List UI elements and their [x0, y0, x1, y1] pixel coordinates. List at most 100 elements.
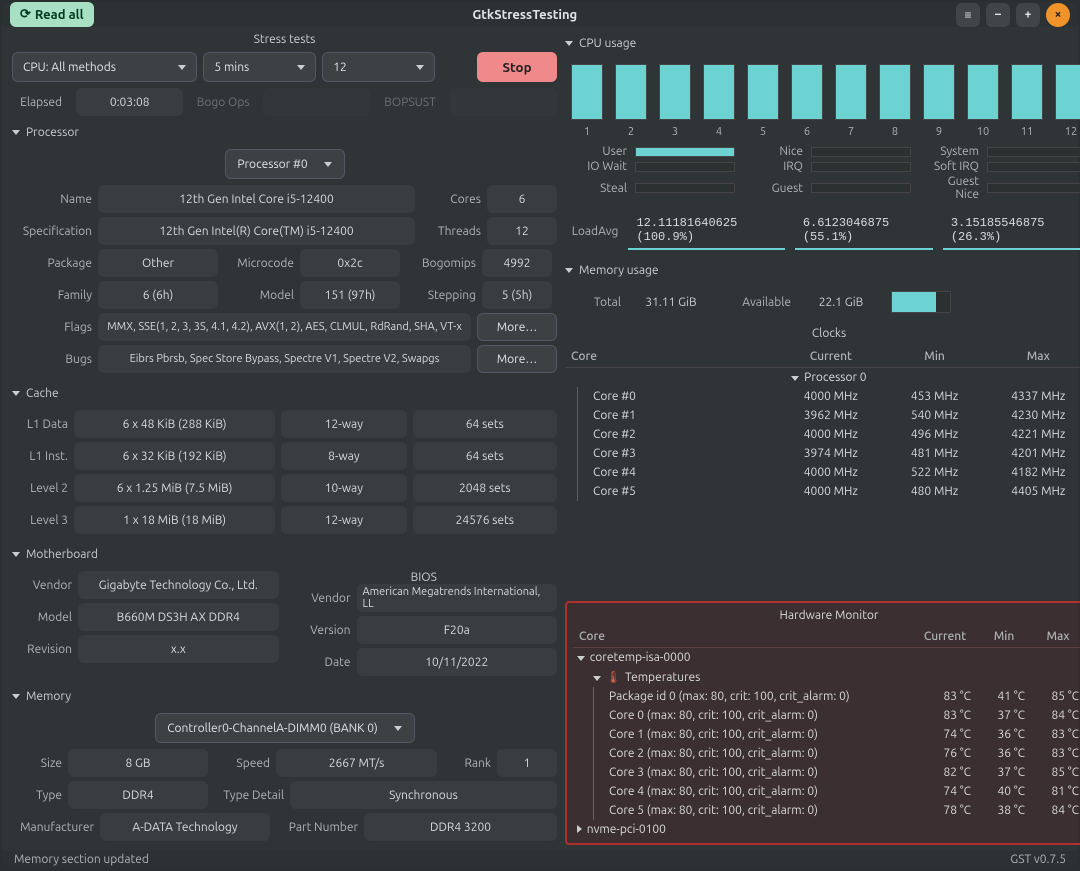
bogo-ops-label: Bogo Ops — [189, 88, 257, 116]
bogo-ops-value — [263, 88, 370, 116]
proc-model: 151 (97h) — [300, 281, 400, 309]
close-button[interactable]: × — [1046, 3, 1070, 27]
nice-bar — [811, 147, 911, 157]
cpu-core-bar — [659, 64, 691, 120]
read-all-button[interactable]: ⟳ Read all — [10, 2, 94, 27]
proc-threads: 12 — [487, 217, 557, 245]
mem-type: DDR4 — [68, 781, 208, 809]
memory-slot-select[interactable]: Controller0-ChannelA-DIMM0 (BANK 0) — [155, 713, 415, 743]
proc-spec: 12th Gen Intel(R) Core(TM) i5-12400 — [98, 217, 415, 245]
hw-temps[interactable]: 🌡Temperatures — [573, 667, 1080, 687]
elapsed-value: 0:03:08 — [76, 88, 183, 116]
cache-header[interactable]: Cache — [12, 383, 557, 404]
cpu-core-bar — [967, 64, 999, 120]
minimize-button[interactable]: – — [986, 3, 1010, 27]
irq-bar — [811, 162, 911, 172]
mem-avail: 22.1 GiB — [801, 296, 881, 309]
refresh-icon: ⟳ — [20, 7, 31, 22]
hw-row: Core 0 (max: 80, crit: 100, crit_alarm: … — [573, 706, 1080, 725]
iowait-bar — [635, 162, 735, 172]
clocks-table: Core CurrentMinMax Processor 0Core #0400… — [565, 346, 1080, 501]
bugs-more-button[interactable]: More… — [477, 345, 557, 373]
softirq-bar — [987, 162, 1080, 172]
bopsust-label: BOPSUST — [376, 88, 444, 116]
cpu-core-bar — [835, 64, 867, 120]
cache-row: Level 2 6 x 1.25 MiB (7.5 MiB) 10-way 20… — [12, 474, 557, 502]
cpu-core-bar — [1011, 64, 1043, 120]
status-version: GST v0.7.5 — [1010, 853, 1066, 866]
memory-header[interactable]: Memory — [12, 686, 557, 707]
stress-threads-select[interactable]: 12 — [322, 52, 435, 82]
read-all-label: Read all — [35, 8, 84, 22]
proc-family: 6 (6h) — [98, 281, 218, 309]
mem-speed: 2667 MT/s — [276, 749, 437, 777]
system-bar — [987, 147, 1080, 157]
hw-row: Core 4 (max: 80, crit: 100, crit_alarm: … — [573, 782, 1080, 801]
chevron-down-icon — [324, 162, 332, 167]
cpu-usage-bars — [565, 60, 1080, 120]
cpu-core-bar — [571, 64, 603, 120]
bios-version: F20a — [357, 616, 558, 644]
guestnice-bar — [987, 183, 1080, 193]
stop-button[interactable]: Stop — [477, 52, 557, 82]
stress-method-select[interactable]: CPU: All methods — [12, 52, 197, 82]
processor-select[interactable]: Processor #0 — [225, 149, 345, 179]
chevron-down-icon — [178, 65, 186, 70]
cache-row: L1 Data 6 x 48 KiB (288 KiB) 12-way 64 s… — [12, 410, 557, 438]
hw-row: Core 2 (max: 80, crit: 100, crit_alarm: … — [573, 744, 1080, 763]
titlebar: ⟳ Read all GtkStressTesting ≡ – + × — [2, 2, 1078, 27]
hw-group[interactable]: coretemp-isa-0000 — [573, 648, 1080, 668]
mem-manufacturer: A-DATA Technology — [100, 813, 270, 841]
mem-usage-header[interactable]: Memory usage — [565, 260, 1080, 281]
hamburger-icon[interactable]: ≡ — [956, 3, 980, 27]
chevron-down-icon — [297, 65, 305, 70]
processor-header[interactable]: Processor — [12, 122, 557, 143]
thermometer-icon: 🌡 — [606, 671, 621, 684]
clock-row: Core #33974 MHz481 MHz4201 MHz — [565, 444, 1080, 463]
user-bar — [635, 147, 735, 157]
proc-bugs: Eibrs Pbrsb, Spec Store Bypass, Spectre … — [98, 345, 471, 373]
mem-size: 8 GB — [68, 749, 208, 777]
flags-more-button[interactable]: More… — [477, 313, 557, 341]
proc-cores: 6 — [487, 185, 557, 213]
hw-row: Core 1 (max: 80, crit: 100, crit_alarm: … — [573, 725, 1080, 744]
mobo-revision: x.x — [78, 635, 279, 663]
window-title: GtkStressTesting — [94, 8, 956, 22]
cache-row: Level 3 1 x 18 MiB (18 MiB) 12-way 24576… — [12, 506, 557, 534]
hwmon-panel: Hardware Monitor Core Current Min Max co… — [565, 601, 1080, 845]
loadavg-1: 12.11181640625 (100.9%) — [628, 212, 784, 250]
clock-row: Core #24000 MHz496 MHz4221 MHz — [565, 425, 1080, 444]
hw-row: Core 5 (max: 80, crit: 100, crit_alarm: … — [573, 801, 1080, 820]
stress-duration-select[interactable]: 5 mins — [203, 52, 316, 82]
chevron-down-icon — [394, 726, 402, 731]
proc-microcode: 0x2c — [300, 249, 400, 277]
clock-row: Core #44000 MHz522 MHz4182 MHz — [565, 463, 1080, 482]
cpu-core-bar — [879, 64, 911, 120]
mem-rank: 1 — [497, 749, 557, 777]
proc-stepping: 5 (5h) — [482, 281, 552, 309]
chevron-down-icon — [416, 65, 424, 70]
hwmon-table: Core Current Min Max coretemp-isa-0000 🌡… — [573, 626, 1080, 839]
proc-name: 12th Gen Intel Core i5-12400 — [98, 185, 415, 213]
clocks-group[interactable]: Processor 0 — [565, 368, 1080, 388]
loadavg-5: 6.6123046875 (55.1%) — [795, 212, 933, 250]
hw-group[interactable]: nvme-pci-0100 — [573, 820, 1080, 839]
cpu-core-bar — [747, 64, 779, 120]
clocks-header: Clocks — [565, 323, 1080, 340]
maximize-button[interactable]: + — [1016, 3, 1040, 27]
mem-total: 31.11 GiB — [631, 296, 711, 309]
proc-bogomips: 4992 — [482, 249, 552, 277]
proc-package: Other — [98, 249, 218, 277]
hw-row: Package id 0 (max: 80, crit: 100, crit_a… — [573, 687, 1080, 706]
proc-flags: MMX, SSE(1, 2, 3, 3S, 4.1, 4.2), AVX(1, … — [98, 313, 471, 341]
mem-type-detail: Synchronous — [290, 781, 557, 809]
clock-row: Core #54000 MHz480 MHz4405 MHz — [565, 482, 1080, 501]
mem-part-number: DDR4 3200 — [364, 813, 557, 841]
mobo-header[interactable]: Motherboard — [12, 544, 557, 565]
status-message: Memory section updated — [14, 853, 149, 866]
bios-vendor: American Megatrends International, LL — [357, 584, 558, 612]
cpu-core-bar — [615, 64, 647, 120]
mobo-vendor: Gigabyte Technology Co., Ltd. — [78, 571, 279, 599]
hw-row: Core 3 (max: 80, crit: 100, crit_alarm: … — [573, 763, 1080, 782]
cpu-usage-header[interactable]: CPU usage — [565, 33, 1080, 54]
